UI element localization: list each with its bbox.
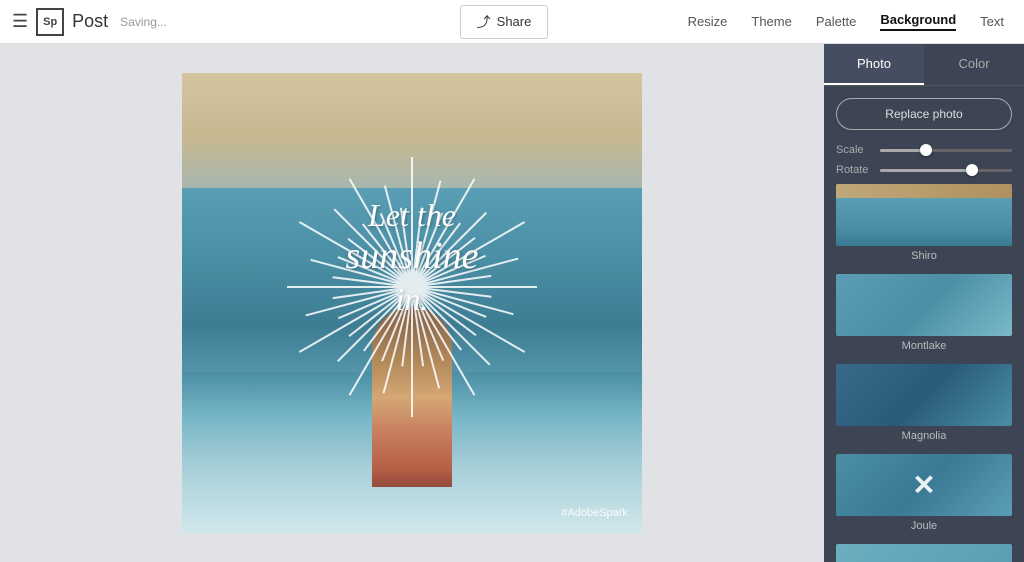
topbar-center: ⤴ Share: [460, 5, 549, 39]
scale-track[interactable]: [880, 149, 1012, 152]
logo-box: Sp: [36, 8, 64, 36]
canvas-area: Let the sunshine in. #AdobeSpark: [0, 44, 824, 562]
thumbnail-last-img: [836, 544, 1012, 562]
rotate-thumb[interactable]: [966, 164, 978, 176]
nav-theme[interactable]: Theme: [751, 14, 791, 29]
right-panel: Photo Color Replace photo Scale Rotate: [824, 44, 1024, 562]
rotate-fill: [880, 169, 972, 172]
scale-label: Scale: [836, 144, 874, 156]
topbar-right: Resize Theme Palette Background Text: [548, 12, 1024, 31]
canvas-text-line2: sunshine: [346, 234, 479, 280]
share-icon: ⤴: [477, 12, 491, 32]
joule-x-icon: ✕: [912, 469, 935, 502]
thumbnail-joule[interactable]: ✕ Joule: [836, 454, 1012, 532]
nav-text[interactable]: Text: [980, 14, 1004, 29]
canvas-text-line3: in.: [346, 280, 479, 318]
share-label: Share: [497, 14, 532, 29]
canvas-text: Let the sunshine in.: [346, 196, 479, 318]
nav-resize[interactable]: Resize: [688, 14, 728, 29]
thumbnail-shiro[interactable]: Shiro: [836, 184, 1012, 262]
rotate-slider-row: Rotate: [836, 164, 1012, 176]
thumbnail-joule-label: Joule: [836, 520, 1012, 532]
canvas-text-line1: Let the: [346, 196, 479, 234]
rotate-track[interactable]: [880, 169, 1012, 172]
app-name: Post: [72, 11, 108, 32]
tab-photo[interactable]: Photo: [824, 44, 924, 85]
topbar: ☰ Sp Post Saving... ⤴ Share Resize Theme…: [0, 0, 1024, 44]
panel-body: Replace photo Scale Rotate: [824, 86, 1024, 562]
thumbnail-montlake-img: [836, 274, 1012, 336]
thumbnail-montlake[interactable]: Montlake: [836, 274, 1012, 352]
thumbnail-magnolia[interactable]: Magnolia: [836, 364, 1012, 442]
thumbnail-shiro-img: [836, 184, 1012, 246]
panel-tabs: Photo Color: [824, 44, 1024, 86]
thumbnail-joule-img: ✕: [836, 454, 1012, 516]
nav-background[interactable]: Background: [880, 12, 956, 31]
thumbnail-last[interactable]: [836, 544, 1012, 562]
nav-palette[interactable]: Palette: [816, 14, 856, 29]
canvas-hashtag: #AdobeSpark: [561, 507, 628, 519]
share-button[interactable]: ⤴ Share: [460, 5, 549, 39]
main-content: Let the sunshine in. #AdobeSpark Photo C…: [0, 44, 1024, 562]
hamburger-icon[interactable]: ☰: [12, 11, 28, 32]
saving-text: Saving...: [120, 15, 167, 29]
logo-text: Sp: [43, 16, 57, 28]
canvas-container[interactable]: Let the sunshine in. #AdobeSpark: [182, 73, 642, 533]
scale-thumb[interactable]: [920, 144, 932, 156]
thumbnail-magnolia-label: Magnolia: [836, 430, 1012, 442]
topbar-left: ☰ Sp Post Saving...: [0, 8, 460, 36]
thumbnail-magnolia-img: [836, 364, 1012, 426]
thumbnail-shiro-label: Shiro: [836, 250, 1012, 262]
tab-color[interactable]: Color: [924, 44, 1024, 85]
rotate-label: Rotate: [836, 164, 874, 176]
replace-photo-button[interactable]: Replace photo: [836, 98, 1012, 130]
thumbnail-montlake-label: Montlake: [836, 340, 1012, 352]
scale-slider-row: Scale: [836, 144, 1012, 156]
